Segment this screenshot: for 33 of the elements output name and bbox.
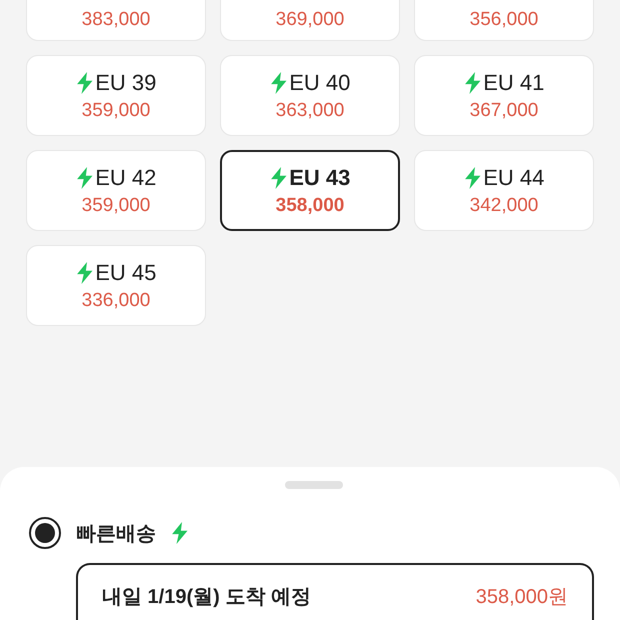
size-label: EU 39 <box>95 70 156 96</box>
price: 359,000 <box>82 194 150 216</box>
size-option[interactable]: EU 41 367,000 <box>414 55 594 136</box>
size-option[interactable]: 383,000 <box>26 0 206 41</box>
price: 369,000 <box>276 8 344 30</box>
size-label: EU 45 <box>95 260 156 286</box>
price: 342,000 <box>470 194 538 216</box>
drag-handle[interactable] <box>285 481 343 489</box>
size-option[interactable]: EU 43 358,000 <box>220 150 400 231</box>
size-option[interactable]: 356,000 <box>414 0 594 41</box>
price: 359,000 <box>82 100 150 122</box>
delivery-card[interactable]: 내일 1/19(월) 도착 예정 358,000원 <box>76 563 594 620</box>
option-label: 빠른배송 <box>76 522 156 546</box>
price: 356,000 <box>470 8 538 30</box>
size-option[interactable]: EU 42 359,000 <box>26 150 206 231</box>
size-option[interactable]: 369,000 <box>220 0 400 41</box>
size-option[interactable]: EU 39 359,000 <box>26 55 206 136</box>
size-label: EU 42 <box>95 164 156 190</box>
delivery-date: 내일 1/19(월) 도착 예정 <box>102 585 311 610</box>
size-option[interactable]: EU 44 342,000 <box>414 150 594 231</box>
price: 363,000 <box>276 100 344 122</box>
price: 383,000 <box>82 8 150 30</box>
size-option[interactable]: EU 40 363,000 <box>220 55 400 136</box>
size-label: EU 43 <box>289 164 350 190</box>
size-label: EU 44 <box>483 164 544 190</box>
size-label: EU 40 <box>289 70 350 96</box>
radio-button[interactable] <box>29 517 61 549</box>
size-option[interactable]: EU 45 336,000 <box>26 245 206 326</box>
price: 336,000 <box>82 290 150 312</box>
price: 367,000 <box>470 100 538 122</box>
size-label: EU 41 <box>483 70 544 96</box>
price: 358,000 <box>276 194 344 216</box>
delivery-price: 358,000원 <box>476 585 568 610</box>
